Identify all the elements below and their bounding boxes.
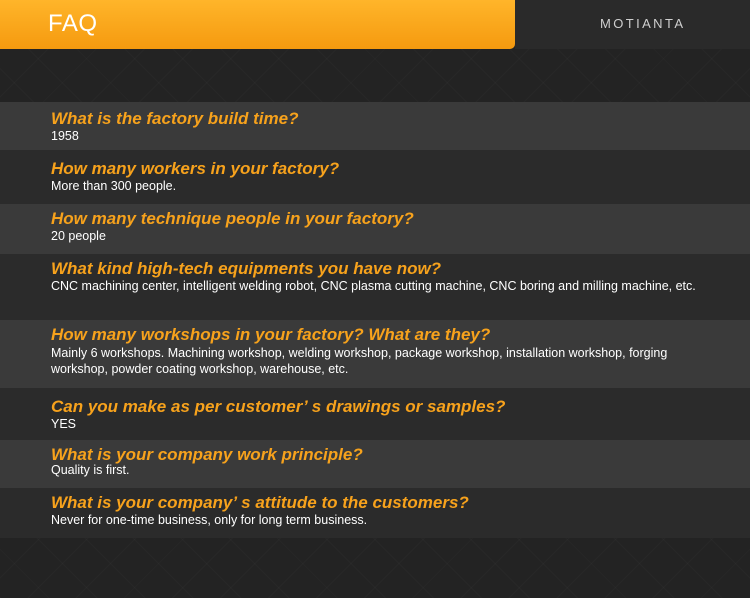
faq-question: Can you make as per customer’ s drawings… <box>51 397 506 416</box>
faq-answer: More than 300 people. <box>51 179 177 193</box>
faq-question: How many technique people in your factor… <box>51 209 414 228</box>
faq-answer: Quality is first. <box>51 463 130 477</box>
faq-question: What kind high-tech equipments you have … <box>51 259 442 278</box>
brand-logo-text: MOTIANTA <box>600 16 686 31</box>
faq-question: What is your company’ s attitude to the … <box>51 493 469 512</box>
faq-question: How many workshops in your factory? What… <box>51 325 491 344</box>
faq-answer: Mainly 6 workshops. Machining workshop, … <box>51 346 668 376</box>
faq-header-tab: FAQ <box>0 0 515 49</box>
faq-answer: CNC machining center, intelligent weldin… <box>51 279 696 293</box>
faq-question: What is the factory build time? <box>51 109 299 128</box>
faq-answer: YES <box>51 417 77 431</box>
faq-answer: 1958 <box>51 129 79 143</box>
faq-answer: Never for one-time business, only for lo… <box>51 513 368 527</box>
faq-question: How many workers in your factory? <box>51 159 340 178</box>
page-title: FAQ <box>48 10 98 37</box>
faq-answer: 20 people <box>51 229 106 243</box>
